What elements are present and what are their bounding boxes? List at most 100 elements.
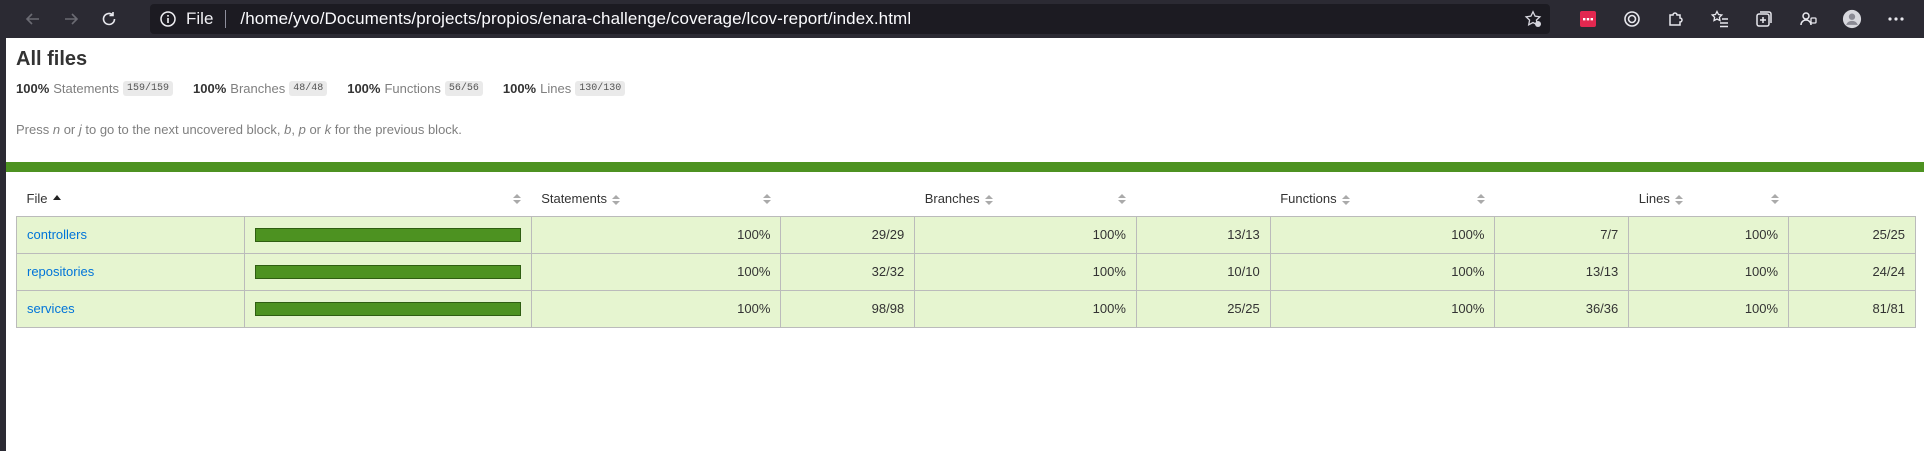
branches-fraction: 25/25 bbox=[1135, 289, 1271, 328]
branches-fraction: 10/10 bbox=[1135, 252, 1271, 291]
header-file[interactable]: File bbox=[16, 182, 245, 217]
statements-pct: 100% bbox=[530, 215, 782, 254]
file-cell: services bbox=[16, 289, 245, 328]
sort-icon bbox=[1341, 194, 1350, 205]
site-info-icon[interactable] bbox=[150, 10, 186, 28]
coverage-bar-cell bbox=[243, 252, 532, 291]
summary-statements: 100% Statements 159/159 bbox=[16, 81, 174, 96]
sort-icon bbox=[1476, 193, 1485, 204]
sort-ascending-icon bbox=[53, 195, 62, 201]
profile-switch-button[interactable] bbox=[1786, 0, 1830, 38]
header-branches-raw[interactable] bbox=[1136, 182, 1271, 217]
avatar-icon bbox=[1842, 9, 1862, 29]
favorites-button[interactable] bbox=[1698, 0, 1742, 38]
summary-label: Branches bbox=[230, 81, 286, 96]
coverage-bar-fill bbox=[255, 302, 520, 315]
statements-fraction: 32/32 bbox=[780, 252, 916, 291]
collections-icon bbox=[1756, 11, 1772, 27]
profile-button[interactable] bbox=[1830, 0, 1874, 38]
tracking-button[interactable] bbox=[1610, 0, 1654, 38]
coverage-bar-fill bbox=[255, 228, 520, 241]
forward-button[interactable] bbox=[52, 0, 90, 38]
branches-pct: 100% bbox=[914, 289, 1137, 328]
coverage-status-bar bbox=[6, 162, 1924, 172]
favorites-list-icon bbox=[1710, 10, 1728, 28]
statements-pct: 100% bbox=[530, 289, 782, 328]
lines-pct: 100% bbox=[1628, 289, 1790, 328]
functions-pct: 100% bbox=[1269, 215, 1496, 254]
coverage-bar-fill bbox=[255, 265, 520, 278]
table-row: repositories 100% 32/32 100% 10/10 100% … bbox=[16, 252, 1916, 291]
header-functions[interactable]: Functions bbox=[1270, 182, 1495, 217]
url-text[interactable]: /home/yvo/Documents/projects/propios/ena… bbox=[240, 9, 911, 29]
file-link[interactable]: controllers bbox=[27, 227, 87, 242]
puzzle-icon bbox=[1669, 12, 1683, 26]
target-icon bbox=[1624, 11, 1640, 27]
back-button[interactable] bbox=[14, 0, 52, 38]
coverage-summary: 100% Statements 159/159 100% Branches 48… bbox=[16, 81, 1924, 96]
statements-fraction: 29/29 bbox=[780, 215, 916, 254]
file-link[interactable]: repositories bbox=[27, 264, 94, 279]
account-switch-icon bbox=[1800, 12, 1817, 26]
reload-icon bbox=[102, 12, 116, 26]
browser-toolbar: File /home/yvo/Documents/projects/propio… bbox=[0, 0, 1924, 38]
more-dots-icon bbox=[1888, 17, 1904, 21]
arrow-right-icon bbox=[65, 13, 79, 25]
extension-button[interactable] bbox=[1566, 0, 1610, 38]
url-bar[interactable]: File /home/yvo/Documents/projects/propio… bbox=[150, 4, 1550, 34]
summary-lines: 100% Lines 130/130 bbox=[503, 81, 626, 96]
summary-label: Statements bbox=[53, 81, 120, 96]
coverage-bar bbox=[254, 301, 521, 316]
lines-fraction: 25/25 bbox=[1788, 215, 1916, 254]
red-extension-icon bbox=[1580, 11, 1596, 27]
sort-icon bbox=[611, 194, 620, 205]
summary-pct: 100% bbox=[347, 81, 381, 96]
statements-pct: 100% bbox=[530, 252, 782, 291]
branches-pct: 100% bbox=[914, 215, 1137, 254]
file-cell: repositories bbox=[16, 252, 245, 291]
extensions-button[interactable] bbox=[1654, 0, 1698, 38]
lines-pct: 100% bbox=[1628, 215, 1790, 254]
coverage-bar-cell bbox=[243, 289, 532, 328]
functions-fraction: 7/7 bbox=[1494, 215, 1630, 254]
bookmark-star-icon[interactable] bbox=[1524, 10, 1542, 28]
header-statements[interactable]: Statements bbox=[531, 182, 781, 217]
sort-icon bbox=[984, 194, 993, 205]
functions-fraction: 36/36 bbox=[1494, 289, 1630, 328]
header-functions-raw[interactable] bbox=[1494, 182, 1629, 217]
header-coverage-bar[interactable] bbox=[244, 182, 532, 217]
header-lines[interactable]: Lines bbox=[1628, 182, 1789, 217]
reload-button[interactable] bbox=[90, 0, 128, 38]
header-branches[interactable]: Branches bbox=[914, 182, 1137, 217]
summary-label: Lines bbox=[540, 81, 572, 96]
header-statements-raw[interactable] bbox=[780, 182, 915, 217]
lines-fraction: 81/81 bbox=[1788, 289, 1916, 328]
summary-functions: 100% Functions 56/56 bbox=[347, 81, 483, 96]
functions-fraction: 13/13 bbox=[1494, 252, 1630, 291]
header-lines-raw[interactable] bbox=[1788, 182, 1916, 217]
summary-branches: 100% Branches 48/48 bbox=[193, 81, 328, 96]
branches-fraction: 13/13 bbox=[1135, 215, 1271, 254]
file-cell: controllers bbox=[16, 215, 245, 254]
sort-icon bbox=[513, 193, 522, 204]
sort-icon bbox=[1770, 193, 1779, 204]
table-row: controllers 100% 29/29 100% 13/13 100% 7… bbox=[16, 215, 1916, 254]
summary-fraction: 159/159 bbox=[123, 81, 174, 96]
keyboard-hint: Press n or j to go to the next uncovered… bbox=[16, 122, 462, 137]
sort-icon bbox=[1118, 193, 1127, 204]
table-row: services 100% 98/98 100% 25/25 100% 36/3… bbox=[16, 289, 1916, 328]
page-content: All files 100% Statements 159/159 100% B… bbox=[0, 38, 1924, 451]
coverage-bar bbox=[254, 264, 521, 279]
coverage-bar-cell bbox=[243, 215, 532, 254]
page-title: All files bbox=[16, 48, 88, 70]
lines-pct: 100% bbox=[1628, 252, 1790, 291]
summary-fraction: 56/56 bbox=[444, 81, 483, 96]
summary-label: Functions bbox=[384, 81, 441, 96]
summary-pct: 100% bbox=[16, 81, 50, 96]
menu-button[interactable] bbox=[1874, 0, 1918, 38]
collections-button[interactable] bbox=[1742, 0, 1786, 38]
arrow-left-icon bbox=[25, 13, 39, 25]
file-link[interactable]: services bbox=[27, 301, 75, 316]
table-header-row: File Statements Branches Functions Lines bbox=[16, 182, 1916, 217]
coverage-table: File Statements Branches Functions Lines… bbox=[16, 182, 1916, 328]
